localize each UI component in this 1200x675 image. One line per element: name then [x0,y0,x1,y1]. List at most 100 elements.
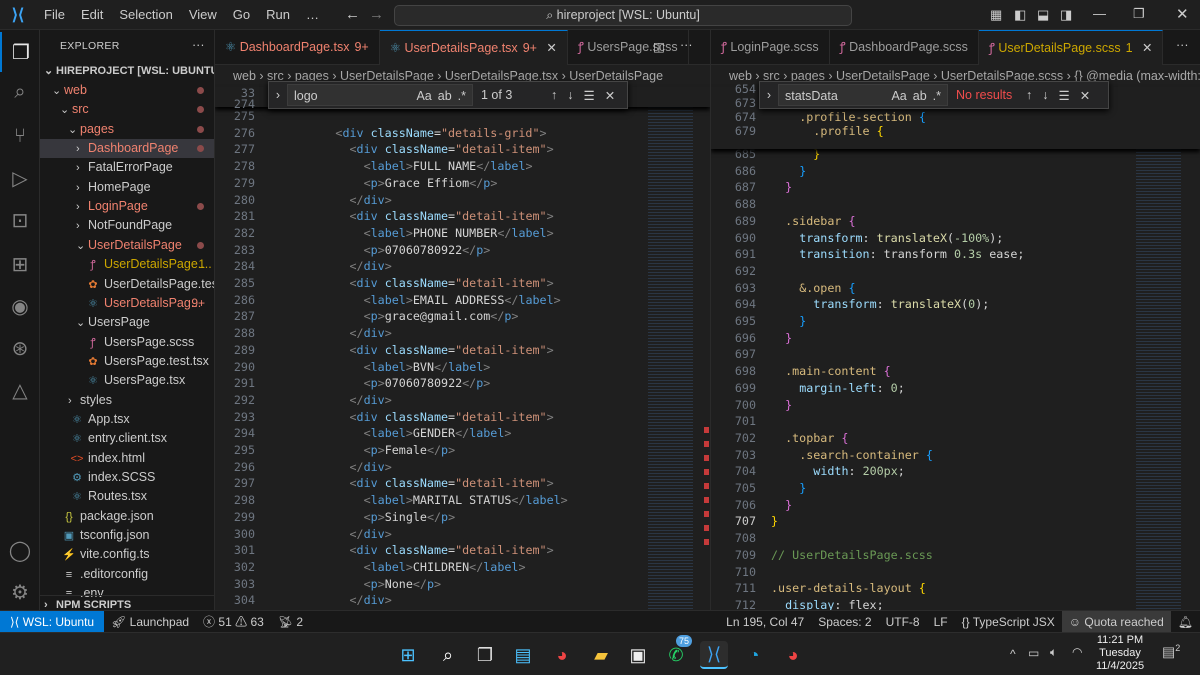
close-tab-icon[interactable]: ✕ [1139,41,1152,55]
find-input[interactable]: statsData Aa ab .* [778,84,948,106]
regex-icon[interactable]: .* [458,89,466,103]
file-item[interactable]: ⚛ Routes.tsx [40,487,214,506]
vscode-taskbar-icon[interactable]: ⟩⟨ [700,641,728,669]
close-find-icon[interactable]: ✕ [605,88,615,103]
match-case-icon[interactable]: Aa [891,89,906,103]
language-mode[interactable]: {} TypeScript JSX [955,611,1062,633]
folder-item[interactable]: › FatalErrorPage [40,158,214,177]
end-of-line[interactable]: LF [927,611,955,633]
github-actions-icon[interactable]: ⊛ [0,328,40,368]
show-hidden-icons[interactable]: ^ [1010,647,1016,661]
menu-file[interactable]: File [36,7,73,22]
folder-item[interactable]: ⌄ pages [40,120,214,139]
menu-selection[interactable]: Selection [111,7,180,22]
source-control-icon[interactable]: ⑂ [0,116,40,156]
close-window-icon[interactable]: ✕ [1176,5,1189,23]
find-in-selection-icon[interactable]: ☰ [584,88,595,103]
forward-arrow-icon[interactable]: → [369,6,384,23]
whatsapp-icon[interactable]: ✆ 75 [662,635,693,669]
file-item[interactable]: ✿ UserDetailsPage.test.t... [40,275,214,294]
toggle-replace-chevron-icon[interactable]: › [760,88,778,102]
command-center-search[interactable]: ⌕ hireproject [WSL: Ubuntu] [394,5,852,26]
toggle-secondary-sidebar-icon[interactable]: ◨ [1060,7,1072,23]
editor-tab[interactable]: ⚛ UserDetailsPage.tsx 9+ ✕ [379,30,568,65]
folder-item[interactable]: › HomePage [40,178,214,197]
whole-word-icon[interactable]: ab [913,89,927,103]
extensions-icon[interactable]: ⊞ [0,244,40,284]
file-item[interactable]: ⚡ vite.config.ts [40,545,214,564]
chrome-icon-2[interactable]: ◕ [779,641,807,669]
chrome-icon[interactable]: ◕ [548,641,576,669]
cursor-position[interactable]: Ln 195, Col 47 [719,611,811,633]
file-item[interactable]: ⚛ UserDetailsPag... 9+ [40,294,214,313]
explorer-icon[interactable]: ❐ [0,32,40,72]
folder-item[interactable]: › DashboardPage [40,139,214,159]
encoding[interactable]: UTF-8 [879,611,927,633]
workspace-root[interactable]: ⌄ HIREPROJECT [WSL: UBUNTU] [40,62,214,81]
file-item[interactable]: <> index.html [40,449,214,468]
toggle-sidebar-icon[interactable]: ◧ [1014,7,1026,23]
file-item[interactable]: ⚛ entry.client.tsx [40,429,214,448]
edge-icon[interactable]: ◔ [740,641,768,669]
indentation[interactable]: Spaces: 2 [811,611,878,633]
file-item[interactable]: ⚛ UsersPage.tsx [40,371,214,390]
file-item[interactable]: ⚙ index.SCSS [40,468,214,487]
launchpad-button[interactable]: 🚀︎ Launchpad [104,611,196,633]
file-item[interactable]: ꝭ UserDetailsPage.... 1 [40,255,214,274]
regex-icon[interactable]: .* [933,89,941,103]
volume-icon[interactable]: 🔈︎ [1050,645,1057,660]
menu-go[interactable]: Go [225,7,258,22]
settings-gear-icon[interactable]: ⚙ [0,572,40,612]
left-minimap[interactable] [648,87,693,610]
left-scrollbar[interactable] [703,87,710,610]
folder-item[interactable]: › NotFoundPage [40,216,214,235]
minimize-icon[interactable]: — [1093,6,1106,21]
match-case-icon[interactable]: Aa [416,89,431,103]
close-tab-icon[interactable]: ✕ [543,41,556,55]
notification-center-icon[interactable]: ▤2 [1162,643,1180,661]
editor-tab[interactable]: ꝭ UsersPage.scss [568,30,689,65]
problems-button[interactable]: ⓧ 51 ⚠ 63 [196,611,271,633]
editor-tab[interactable]: ⚛ DashboardPage.tsx 9+ [215,30,380,65]
toggle-replace-chevron-icon[interactable]: › [269,88,287,102]
clock[interactable]: 11:21 PM Tuesday 11/4/2025 [1090,634,1150,673]
account-icon[interactable]: ◯ [0,530,40,570]
task-view-icon[interactable]: ❐ [471,641,499,669]
taskbar-search-icon[interactable]: ⌕ [434,641,462,669]
wifi-icon[interactable]: ◠ [1072,645,1082,659]
right-minimap[interactable] [1136,87,1181,610]
close-find-icon[interactable]: ✕ [1080,88,1090,103]
editor-tab[interactable]: ꝭ LoginPage.scss [711,30,830,65]
run-debug-icon[interactable]: ▷ [0,158,40,198]
find-input[interactable]: logo Aa ab .* [287,84,473,106]
edge-devtools-icon[interactable]: ◉ [0,286,40,326]
notifications-bell-icon[interactable]: 🔔︎ [1171,611,1200,633]
next-match-icon[interactable]: ↓ [1042,88,1048,102]
folder-item[interactable]: ⌄ src [40,100,214,119]
split-editor-icon[interactable]: ◫ [653,39,665,54]
menu-edit[interactable]: Edit [73,7,111,22]
menu-view[interactable]: View [181,7,225,22]
toggle-panel-icon[interactable]: ⬓ [1037,7,1049,23]
ports-button[interactable]: 📡︎ 2 [271,611,310,633]
npm-scripts-section[interactable]: › NPM SCRIPTS [40,595,214,610]
breadcrumb-item[interactable]: web [233,69,256,83]
folder-item[interactable]: ⌄ web [40,81,214,100]
menu-run[interactable]: Run [258,7,298,22]
explorer-more-icon[interactable]: ··· [192,38,205,52]
next-match-icon[interactable]: ↓ [567,88,573,102]
file-item[interactable]: {} package.json [40,507,214,526]
file-explorer-icon[interactable]: ▰ [587,641,615,669]
editor-more-icon[interactable]: ··· [680,38,693,52]
editor-tab[interactable]: ꝭ UserDetailsPage.scss 1 ✕ [978,30,1164,65]
network-icon[interactable]: ▭ [1028,646,1039,660]
search-icon[interactable]: ⌕ [0,72,40,112]
file-item[interactable]: ≡ .editorconfig [40,565,214,584]
file-item[interactable]: ⚛ App.tsx [40,410,214,429]
file-item[interactable]: ꝭ UsersPage.scss [40,333,214,352]
folder-item[interactable]: ⌄ UserDetailsPage [40,236,214,255]
azure-icon[interactable]: △ [0,370,40,410]
find-in-selection-icon[interactable]: ☰ [1059,88,1070,103]
copilot-quota[interactable]: ☺ Quota reached [1061,610,1171,633]
file-item[interactable]: ▣ tsconfig.json [40,526,214,545]
